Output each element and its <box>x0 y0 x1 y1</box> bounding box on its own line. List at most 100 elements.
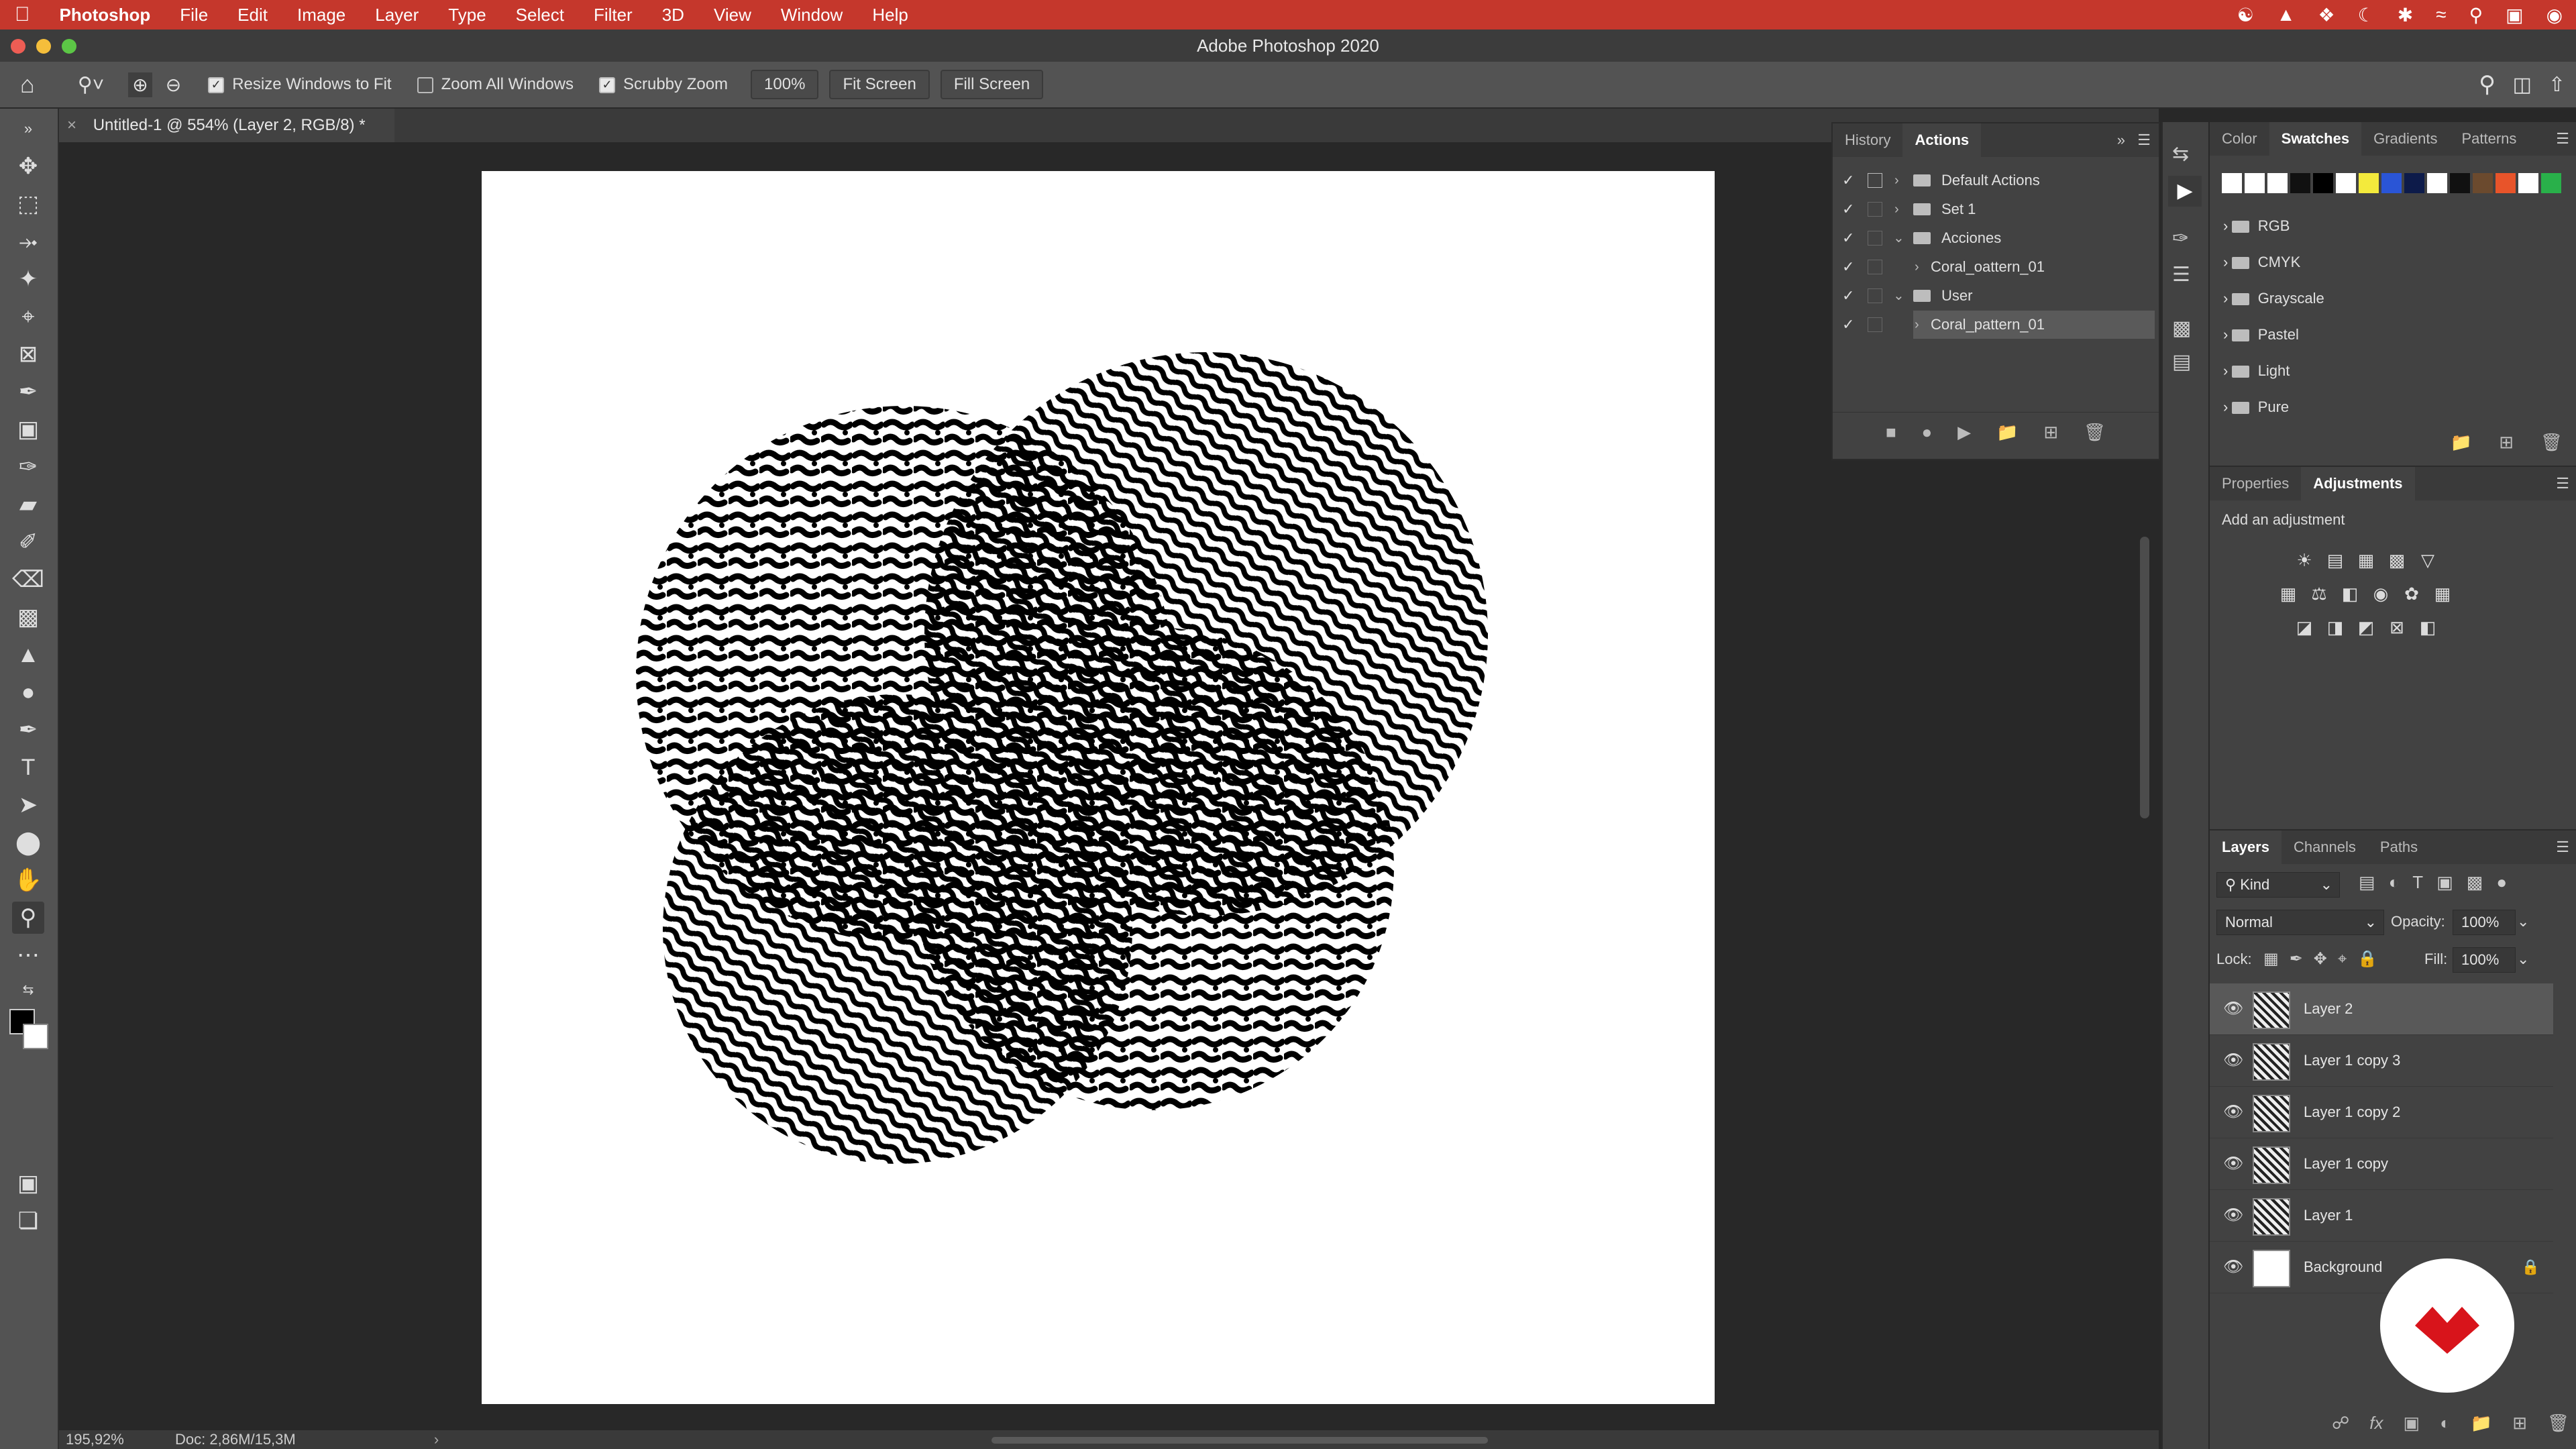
path-selection-icon[interactable]: ➤ <box>12 789 44 821</box>
filter-kind-select[interactable]: ⚲ Kind ⌄ <box>2216 872 2340 898</box>
tab-layers[interactable]: Layers <box>2210 830 2282 864</box>
zoom-tool-icon[interactable]: ⚲ <box>12 902 44 934</box>
dialog-toggle-icon[interactable] <box>1868 317 1882 332</box>
color-swatch[interactable] <box>2381 173 2402 193</box>
expand-arrow-icon[interactable]: › <box>2223 290 2228 307</box>
color-swatch[interactable] <box>2427 173 2447 193</box>
zoom-out-icon[interactable]: ⊖ <box>166 74 181 96</box>
link-layers-icon[interactable]: ☍ <box>2332 1413 2349 1434</box>
magic-wand-tool-icon[interactable]: ✦ <box>12 263 44 295</box>
tab-actions[interactable]: Actions <box>1902 123 1982 157</box>
document-canvas[interactable] <box>482 171 1715 1404</box>
new-set-icon[interactable]: 📁 <box>1996 422 2018 443</box>
zoom-all-checkbox[interactable] <box>417 76 433 93</box>
dialog-toggle-icon[interactable] <box>1868 260 1882 274</box>
blend-mode-select[interactable]: Normal ⌄ <box>2216 910 2384 935</box>
menu-view[interactable]: View <box>699 0 766 30</box>
frame-tool-icon[interactable]: ⊠ <box>12 338 44 370</box>
share-icon[interactable]: ⇧ <box>2548 73 2565 97</box>
wifi-icon[interactable]: ≈ <box>2436 4 2446 25</box>
tab-swatches[interactable]: Swatches <box>2269 122 2362 156</box>
menu-edit[interactable]: Edit <box>223 0 282 30</box>
expand-arrow-icon[interactable]: › <box>2223 398 2228 415</box>
collapse-arrow-icon[interactable]: ⌄ <box>1893 224 1904 252</box>
zoom-in-icon[interactable]: ⊕ <box>128 72 152 97</box>
document-tab[interactable]: × Untitled-1 @ 554% (Layer 2, RGB/8) * <box>59 109 394 142</box>
swatch-group-row[interactable]: › Pastel <box>2223 317 2299 353</box>
history-brush-icon[interactable]: ✐ <box>12 526 44 558</box>
zoom-percent-field[interactable]: 100% <box>751 70 819 99</box>
expand-arrow-icon[interactable]: › <box>1894 195 1899 223</box>
layer-style-icon[interactable]: fx <box>2369 1413 2383 1434</box>
blur-tool-icon[interactable]: ▲ <box>12 639 44 671</box>
toggle-check-icon[interactable]: ✓ <box>1842 253 1854 281</box>
expand-arrow-icon[interactable]: › <box>2223 217 2228 234</box>
layer-row[interactable]: 👁 Layer 1 copy 3 <box>2210 1035 2553 1087</box>
search-icon[interactable]: ⚲ <box>2479 71 2496 98</box>
pen-tool-icon[interactable]: ✒ <box>12 714 44 746</box>
fill-dropdown-icon[interactable]: ⌄ <box>2517 947 2529 971</box>
new-swatch-icon[interactable]: ⊞ <box>2499 432 2514 453</box>
color-swatch[interactable] <box>2336 173 2356 193</box>
color-swatch[interactable] <box>2541 173 2561 193</box>
crop-tool-icon[interactable]: ⌖ <box>12 301 44 333</box>
close-window-button[interactable] <box>11 39 25 54</box>
visibility-eye-icon[interactable]: 👁 <box>2223 983 2243 1034</box>
marquee-tool-icon[interactable]: ⬚ <box>12 188 44 220</box>
menu-select[interactable]: Select <box>501 0 579 30</box>
smart-object-filter-icon[interactable]: ▩ <box>2467 872 2483 893</box>
adjustment-filter-icon[interactable]: ◐ <box>2389 872 2400 893</box>
lock-position-icon[interactable]: ✥ <box>2314 947 2327 971</box>
menu-layer[interactable]: Layer <box>360 0 433 30</box>
history-panel-icon[interactable]: ⇆ <box>2172 142 2189 166</box>
panel-menu-icon[interactable]: ☰ <box>2556 467 2569 500</box>
scrubby-zoom-option[interactable]: ✓ Scrubby Zoom <box>598 75 728 94</box>
quick-mask-icon[interactable]: ▣ <box>12 1167 44 1199</box>
background-color-swatch[interactable] <box>23 1024 48 1049</box>
visibility-eye-icon[interactable]: 👁 <box>2223 1242 2243 1293</box>
tab-adjustments[interactable]: Adjustments <box>2301 467 2415 500</box>
black-white-icon[interactable]: ◧ <box>2339 582 2361 605</box>
swatch-group-row[interactable]: › CMYK <box>2223 244 2300 280</box>
dialog-toggle-icon[interactable] <box>1868 231 1882 246</box>
swatch-group-row[interactable]: › Light <box>2223 353 2290 389</box>
new-layer-icon[interactable]: ⊞ <box>2512 1413 2527 1434</box>
color-swatch[interactable] <box>2290 173 2310 193</box>
vibrance-icon[interactable]: ▽ <box>2416 549 2439 572</box>
move-tool-icon[interactable]: ✥ <box>12 150 44 182</box>
toggle-check-icon[interactable]: ✓ <box>1842 311 1854 339</box>
zoom-all-option[interactable]: Zoom All Windows <box>417 75 574 94</box>
action-set-row[interactable]: ✓ › Set 1 <box>1833 195 2159 223</box>
tab-history[interactable]: History <box>1833 123 1902 157</box>
toggle-check-icon[interactable]: ✓ <box>1842 166 1854 195</box>
siri-icon[interactable]: ◉ <box>2546 4 2563 26</box>
brightness-contrast-icon[interactable]: ☀ <box>2293 549 2316 572</box>
menu-window[interactable]: Window <box>766 0 857 30</box>
expand-arrow-icon[interactable]: › <box>1915 311 1919 339</box>
color-balance-icon[interactable]: ⚖ <box>2308 582 2330 605</box>
expand-arrow-icon[interactable]: › <box>1894 166 1899 195</box>
home-icon[interactable]: ⌂ <box>20 70 35 99</box>
gradient-tool-icon[interactable]: ▩ <box>12 601 44 633</box>
adjustment-layer-icon[interactable]: ◐ <box>2440 1413 2451 1434</box>
layer-row[interactable]: 👁 Layer 1 <box>2210 1190 2553 1242</box>
fill-screen-button[interactable]: Fill Screen <box>940 70 1044 99</box>
fill-field[interactable]: 100% <box>2453 947 2516 973</box>
expand-arrow-icon[interactable]: › <box>2223 326 2228 343</box>
dialog-toggle-icon[interactable] <box>1868 173 1882 188</box>
stamp-tool-icon[interactable]: ▰ <box>12 488 44 521</box>
new-group-icon[interactable]: 📁 <box>2471 1413 2492 1434</box>
posterize-icon[interactable]: ◨ <box>2324 616 2347 639</box>
bluetooth-icon[interactable]: ✱ <box>2398 4 2413 26</box>
eyedropper-tool-icon[interactable]: ✒ <box>12 376 44 408</box>
new-group-icon[interactable]: 📁 <box>2451 432 2472 453</box>
gradient-map-icon[interactable]: ◧ <box>2416 616 2439 639</box>
pixel-filter-icon[interactable]: ▤ <box>2359 872 2375 893</box>
invert-icon[interactable]: ◪ <box>2293 616 2316 639</box>
color-swatch[interactable] <box>2359 173 2379 193</box>
color-swatch[interactable] <box>2222 173 2242 193</box>
resize-windows-option[interactable]: ✓ Resize Windows to Fit <box>208 75 392 94</box>
layer-row[interactable]: 👁 Layer 1 copy <box>2210 1138 2553 1190</box>
action-row[interactable]: ✓ › Coral_oattern_01 <box>1833 253 2159 281</box>
menu-help[interactable]: Help <box>857 0 922 30</box>
